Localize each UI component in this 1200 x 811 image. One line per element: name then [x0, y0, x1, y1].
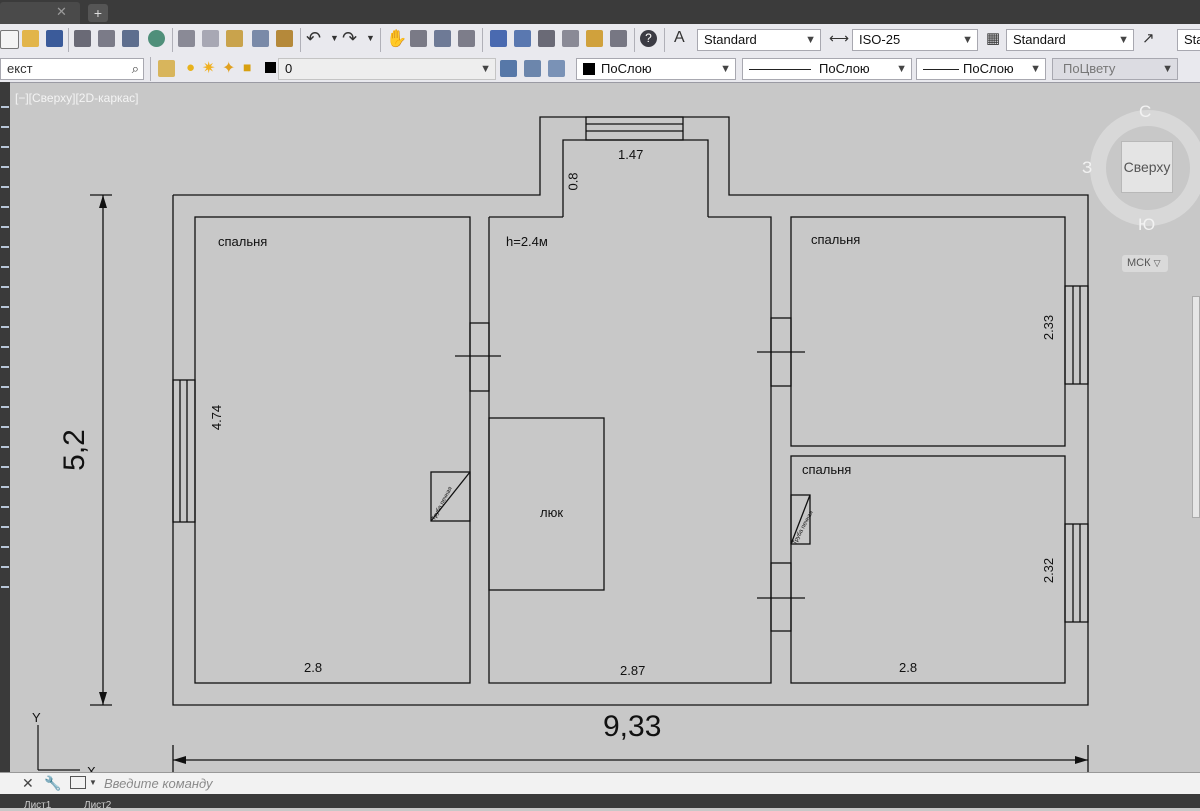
hatch-label: люк: [540, 505, 564, 520]
dim-left-width: 2.8: [304, 660, 323, 675]
room-label-left: спальня: [218, 234, 268, 249]
status-bar: [0, 794, 1200, 808]
outer-wall: [172, 116, 1089, 706]
door-left: [469, 322, 490, 392]
dim-right-top-height: 2.33: [1041, 314, 1057, 341]
dim-porch-depth: 0.8: [565, 172, 581, 191]
room-label-right-top: спальня: [811, 232, 861, 247]
dim-porch-width: 1.47: [618, 147, 644, 162]
chevron-down-icon: ▽: [1153, 258, 1161, 268]
hatch-rect: [488, 417, 605, 591]
room-left: [194, 216, 471, 684]
close-command-icon[interactable]: ✕: [22, 775, 34, 792]
dim-overall-height: 5,2: [57, 429, 91, 471]
room-label-right-bottom: спальня: [802, 462, 852, 477]
ucs-icon: [37, 725, 80, 771]
ucs-y-label: Y: [32, 710, 41, 725]
compass-north[interactable]: С: [1139, 102, 1151, 122]
ucs-menu[interactable]: МСК ▽: [1122, 255, 1168, 272]
door-right-bottom: [770, 562, 792, 632]
center-height-label: h=2.4м: [506, 234, 548, 249]
customize-icon[interactable]: 🔧: [44, 775, 61, 792]
dim-center-width: 2.87: [620, 663, 646, 678]
right-window-top: [1064, 285, 1089, 385]
viewcube-top-face[interactable]: Сверху: [1121, 141, 1173, 193]
navigation-bar[interactable]: [1192, 296, 1200, 518]
dim-overall-width: 9,33: [603, 710, 662, 743]
layout-tab-2[interactable]: Лист2: [84, 800, 111, 811]
floor-plan-drawing: [37, 116, 1089, 775]
room-right-bottom: [790, 455, 1066, 684]
porch-window: [585, 116, 684, 141]
room-right-top: [790, 216, 1066, 447]
dim-left-height: 4.74: [209, 404, 225, 431]
recent-commands-icon[interactable]: [70, 776, 86, 789]
dim-right-bottom-height: 2.32: [1041, 557, 1057, 584]
right-window-bottom: [1064, 523, 1089, 623]
dim-right-width: 2.8: [899, 660, 918, 675]
compass-south[interactable]: Ю: [1138, 215, 1155, 235]
command-input[interactable]: Введите команду: [104, 776, 213, 791]
layout-tab-1[interactable]: Лист1: [24, 800, 51, 811]
recent-commands-dropdown-icon[interactable]: ▼: [89, 778, 97, 787]
compass-west[interactable]: З: [1082, 158, 1092, 178]
left-window: [172, 379, 196, 523]
